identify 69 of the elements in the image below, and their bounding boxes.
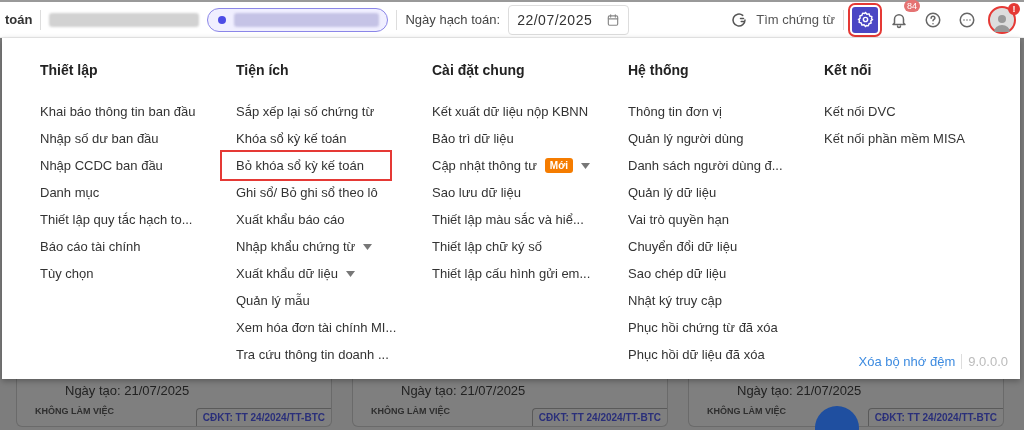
date-label: Ngày hạch toán: [405,12,501,27]
version-text: 9.0.0.0 [961,354,1008,369]
status-dot [218,15,227,24]
alert-badge: ! [1008,2,1020,15]
date-field[interactable]: 22/07/2025 [508,4,630,35]
circular-tag: CĐKT: TT 24/2024/TT-BTC [195,408,331,426]
menu-item[interactable]: Tra cứu thông tin doanh ... [236,341,389,368]
menu-item[interactable]: Thiết lập chữ ký số [432,233,542,260]
caret-icon [345,270,355,277]
menu-item[interactable]: Danh sách người dùng đ... [628,152,783,179]
menu-item[interactable]: Nhập khẩu chứng từ [236,233,373,260]
settings-icon [856,11,874,28]
menu-item[interactable]: Nhật ký truy cập [628,287,722,314]
menu-item[interactable]: Quản lý dữ liệu [628,179,717,206]
created-date: Ngày tạo: 21/07/2025 [401,383,527,398]
menu-item[interactable]: Khai báo thông tin ban đầu [40,98,196,125]
created-date: Ngày tạo: 21/07/2025 [737,383,863,398]
search-refresh-icon [730,10,749,29]
menu-item[interactable]: Sao chép dữ liệu [628,260,727,287]
menu-item[interactable]: Thông tin đơn vị [628,98,722,125]
menu-item[interactable]: Xuất khẩu báo cáo [236,206,345,233]
menu-item[interactable]: Tùy chọn [40,260,94,287]
status-text: KHÔNG LÀM VIỆC [35,406,114,416]
menu-item[interactable]: Phục hồi dữ liệu đã xóa [628,341,765,368]
menu-heading: Thiết lập [40,61,99,80]
menu-item[interactable]: Ghi sổ/ Bỏ ghi sổ theo lô [236,179,378,206]
menu-item[interactable]: Bỏ khóa sổ kỳ kế toán [222,152,390,179]
company-pill[interactable] [207,7,389,32]
menu-heading: Kết nối [824,61,873,80]
new-badge: Mới [544,158,574,173]
menu-item[interactable]: Nhập CCDC ban đầu [40,152,163,179]
menu-item[interactable]: Báo cáo tài chính [40,233,141,260]
more-icon [958,10,976,29]
caret-icon [581,162,591,169]
menu-item[interactable]: Sao lưu dữ liệu [432,179,521,206]
menu-item[interactable]: Cập nhật thông tư Mới [432,152,591,179]
menu-item[interactable]: Quản lý mẫu [236,287,310,314]
status-text: KHÔNG LÀM VIỆC [371,406,450,416]
menu-item[interactable]: Nhập số dư ban đầu [40,125,159,152]
clear-cache-link[interactable]: Xóa bộ nhớ đệm [858,354,956,369]
menu-item[interactable]: Khóa sổ kỳ kế toán [236,125,347,152]
menu-item[interactable]: Bảo trì dữ liệu [432,125,514,152]
search-document-link[interactable]: Tìm chứng từ [756,12,835,27]
menu-heading: Tiện ích [236,61,290,80]
circular-tag: CĐKT: TT 24/2024/TT-BTC [867,408,1003,426]
menu-item[interactable]: Thiết lập quy tắc hạch to... [40,206,193,233]
status-text: KHÔNG LÀM VIỆC [707,406,786,416]
menu-heading: Cài đặt chung [432,61,526,80]
help-icon [924,10,942,29]
menu-item[interactable]: Xem hóa đơn tài chính MI... [236,314,397,341]
circular-tag: CĐKT: TT 24/2024/TT-BTC [531,408,667,426]
menu-heading: Hệ thống [628,61,690,80]
menu-item[interactable]: Vai trò quyền hạn [628,206,729,233]
menu-item[interactable]: Thiết lập cấu hình gửi em... [432,260,591,287]
created-date: Ngày tạo: 21/07/2025 [65,383,191,398]
menu-item[interactable]: Xuất khẩu dữ liệu [236,260,355,287]
menu-item[interactable]: Quản lý người dùng [628,125,744,152]
calendar-icon [606,12,621,27]
menu-item[interactable]: Kết xuất dữ liệu nộp KBNN [432,98,589,125]
notification-count: 84 [904,0,920,12]
menu-item[interactable]: Thiết lập màu sắc và hiể... [432,206,584,233]
menu-item[interactable]: Chuyển đổi dữ liệu [628,233,738,260]
menu-item[interactable]: Danh mục [40,179,100,206]
caret-icon [363,243,373,250]
menu-item[interactable]: Phục hồi chứng từ đã xóa [628,314,778,341]
page-title: toán [5,12,33,27]
menu-item[interactable]: Kết nối phần mềm MISA [824,125,965,152]
menu-item[interactable]: Sắp xếp lại số chứng từ [236,98,375,125]
menu-item[interactable]: Kết nối DVC [824,98,896,125]
